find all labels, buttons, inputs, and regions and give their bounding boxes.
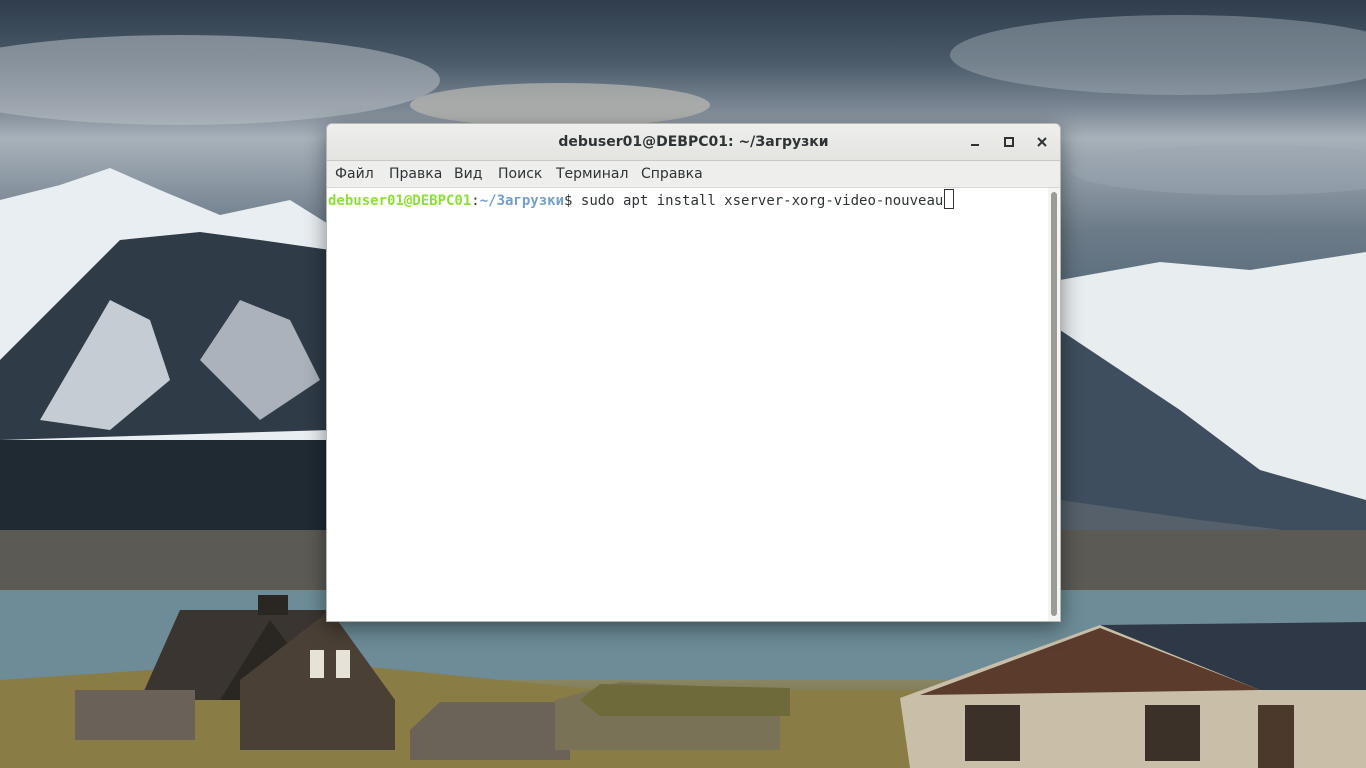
terminal-area[interactable]: debuser01@DEBPC01:~/Загрузки$ sudo apt i… — [327, 188, 1048, 621]
prompt-separator: : — [471, 193, 480, 209]
scrollbar-thumb[interactable] — [1051, 192, 1057, 616]
terminal-window[interactable]: debuser01@DEBPC01: ~/Загрузки Файл Правк… — [326, 123, 1061, 622]
maximize-icon — [1004, 137, 1014, 147]
prompt-path: ~/Загрузки — [479, 193, 565, 209]
typed-command: sudo apt install xserver-xorg-video-nouv… — [580, 193, 944, 209]
close-button[interactable] — [1030, 131, 1054, 153]
menu-search[interactable]: Поиск — [491, 161, 549, 187]
text-cursor — [944, 189, 955, 209]
menu-help[interactable]: Справка — [634, 161, 710, 187]
minimize-button[interactable] — [963, 131, 987, 153]
minimize-icon — [971, 144, 979, 146]
menu-file[interactable]: Файл — [328, 161, 381, 187]
menu-edit[interactable]: Правка — [382, 161, 449, 187]
maximize-button[interactable] — [997, 131, 1021, 153]
prompt-symbol: $ — [564, 193, 581, 209]
window-title: debuser01@DEBPC01: ~/Загрузки — [558, 134, 829, 150]
menu-terminal[interactable]: Терминал — [549, 161, 635, 187]
desktop: debuser01@DEBPC01: ~/Загрузки Файл Правк… — [0, 0, 1366, 768]
vertical-scrollbar[interactable] — [1048, 188, 1060, 621]
close-icon — [1037, 137, 1047, 147]
terminal-command-line: debuser01@DEBPC01:~/Загрузки$ sudo apt i… — [328, 189, 955, 211]
title-bar[interactable]: debuser01@DEBPC01: ~/Загрузки — [327, 124, 1060, 161]
menu-bar: Файл Правка Вид Поиск Терминал Справка — [327, 161, 1060, 188]
prompt-user-host: debuser01@DEBPC01 — [328, 193, 472, 209]
menu-view[interactable]: Вид — [447, 161, 489, 187]
